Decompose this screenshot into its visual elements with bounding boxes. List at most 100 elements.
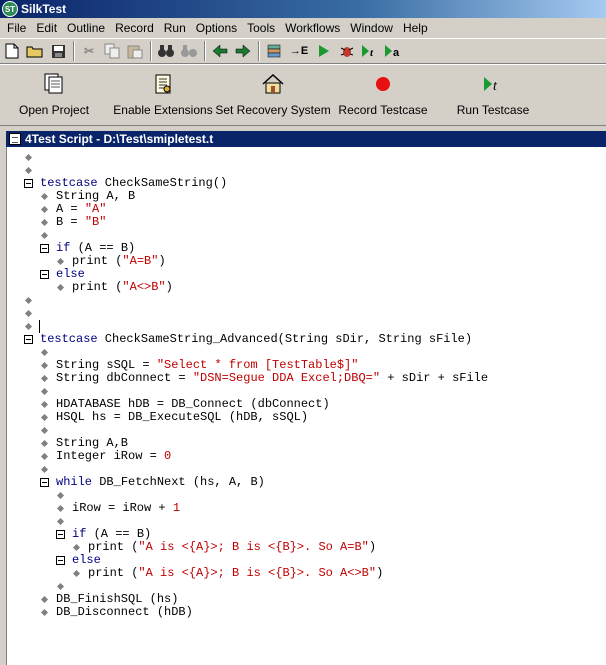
line-bullet-icon: [39, 203, 49, 216]
document-title: 4Test Script - D:\Test\smipletest.t: [25, 132, 214, 146]
menu-file[interactable]: File: [2, 19, 31, 37]
forward-arrow-icon[interactable]: [233, 41, 253, 61]
line-bullet-icon: [23, 164, 33, 177]
collapse-toggle-icon[interactable]: [39, 242, 49, 255]
line-bullet-icon: [39, 398, 49, 411]
copy-icon[interactable]: [102, 41, 122, 61]
goto-error-icon[interactable]: →E: [287, 41, 311, 61]
document-titlebar[interactable]: 4Test Script - D:\Test\smipletest.t: [6, 131, 606, 147]
keyword-token: else: [56, 267, 85, 281]
code-token: String dbConnect =: [56, 371, 193, 385]
line-bullet-icon: [23, 151, 33, 164]
collapse-toggle-icon[interactable]: [39, 476, 49, 489]
menu-options[interactable]: Options: [191, 19, 242, 37]
collapse-toggle-icon[interactable]: [23, 177, 33, 190]
keyword-token: testcase: [40, 332, 98, 346]
keyword-token: while: [56, 475, 93, 489]
menu-help[interactable]: Help: [398, 19, 433, 37]
record-icon: [370, 71, 396, 97]
code-line[interactable]: [7, 294, 606, 307]
code-line[interactable]: DB_Disconnect (hDB): [7, 606, 606, 619]
code-token: B =: [56, 215, 85, 229]
run-testcase-icon[interactable]: t: [360, 41, 380, 61]
app-titlebar[interactable]: ST SilkTest: [0, 0, 606, 18]
code-line[interactable]: iRow = iRow + 1: [7, 502, 606, 515]
replace-icon[interactable]: [179, 41, 199, 61]
line-bullet-icon: [39, 346, 49, 359]
menu-run[interactable]: Run: [159, 19, 191, 37]
run-testcase-label: Run Testcase: [456, 103, 530, 117]
code-line[interactable]: String dbConnect = "DSN=Segue DDA Excel;…: [7, 372, 606, 385]
open-folder-icon[interactable]: [25, 41, 45, 61]
app-title: SilkTest: [21, 2, 67, 16]
code-line[interactable]: HSQL hs = DB_ExecuteSQL (hDB, sSQL): [7, 411, 606, 424]
code-line[interactable]: while DB_FetchNext (hs, A, B): [7, 476, 606, 489]
code-text: print ("A<>B"): [72, 281, 173, 294]
line-bullet-icon: [55, 515, 65, 528]
string-token: "A": [84, 202, 107, 216]
run-icon[interactable]: [314, 41, 334, 61]
code-token: HDATABASE hDB = DB_Connect (dbConnect): [56, 397, 330, 411]
workflow-toolbar: Open Project Enable Extensions Set Recov…: [0, 64, 606, 126]
code-text: DB_Disconnect (hDB): [56, 606, 193, 619]
code-line[interactable]: print ("A is <{A}>; B is <{B}>. So A<>B"…: [7, 567, 606, 580]
menu-window[interactable]: Window: [345, 19, 398, 37]
save-icon[interactable]: [48, 41, 68, 61]
code-line[interactable]: B = "B": [7, 216, 606, 229]
cut-icon[interactable]: ✂: [79, 41, 99, 61]
line-bullet-icon: [23, 294, 33, 307]
collapse-toggle-icon[interactable]: [23, 333, 33, 346]
debug-icon[interactable]: [337, 41, 357, 61]
code-text: print ("A=B"): [72, 255, 166, 268]
code-token: print (: [88, 540, 139, 554]
set-recovery-system-button[interactable]: Set Recovery System: [215, 71, 331, 125]
code-text: testcase CheckSameString_Advanced(String…: [40, 333, 472, 346]
collapse-toggle-icon[interactable]: [39, 268, 49, 281]
menu-edit[interactable]: Edit: [31, 19, 62, 37]
line-bullet-icon: [23, 307, 33, 320]
code-line[interactable]: [7, 307, 606, 320]
code-token: Integer iRow =: [56, 449, 165, 463]
collapse-toggle-icon[interactable]: [55, 554, 65, 567]
run-testcase-button[interactable]: t Run Testcase: [456, 71, 530, 125]
code-token: DB_FetchNext (hs, A, B): [92, 475, 265, 489]
paste-icon[interactable]: [125, 41, 145, 61]
open-project-button[interactable]: Open Project: [19, 71, 89, 125]
code-editor[interactable]: testcase CheckSameString() String A, BA =…: [6, 147, 606, 665]
toolbar-separator: [150, 41, 152, 61]
line-bullet-icon: [39, 463, 49, 476]
script-file-icon: [9, 133, 21, 145]
collapse-toggle-icon[interactable]: [55, 528, 65, 541]
code-token: String sSQL =: [56, 358, 157, 372]
record-actions-icon[interactable]: a: [383, 41, 403, 61]
code-line[interactable]: print ("A=B"): [7, 255, 606, 268]
code-line[interactable]: testcase CheckSameString_Advanced(String…: [7, 333, 606, 346]
extensions-icon: [150, 71, 176, 97]
code-line[interactable]: Integer iRow = 0: [7, 450, 606, 463]
menu-bar: File Edit Outline Record Run Options Too…: [0, 18, 606, 38]
menu-tools[interactable]: Tools: [242, 19, 280, 37]
line-bullet-icon: [39, 216, 49, 229]
code-token: + sDir + sFile: [380, 371, 489, 385]
line-bullet-icon: [39, 190, 49, 203]
code-token: iRow = iRow +: [72, 501, 173, 515]
compile-icon[interactable]: [264, 41, 284, 61]
new-file-icon[interactable]: [2, 41, 22, 61]
string-token: "B": [84, 215, 107, 229]
line-bullet-icon: [39, 424, 49, 437]
find-icon[interactable]: [156, 41, 176, 61]
menu-workflows[interactable]: Workflows: [280, 19, 345, 37]
keyword-token: testcase: [40, 176, 98, 190]
menu-outline[interactable]: Outline: [62, 19, 110, 37]
keyword-token: if: [56, 241, 71, 255]
number-token: 1: [172, 501, 181, 515]
code-line[interactable]: print ("A<>B"): [7, 281, 606, 294]
code-text: print ("A is <{A}>; B is <{B}>. So A<>B"…: [88, 567, 383, 580]
menu-record[interactable]: Record: [110, 19, 159, 37]
record-testcase-button[interactable]: Record Testcase: [338, 71, 428, 125]
enable-extensions-button[interactable]: Enable Extensions: [113, 71, 213, 125]
toolbar-separator: [73, 41, 75, 61]
code-text: HSQL hs = DB_ExecuteSQL (hDB, sSQL): [56, 411, 308, 424]
back-arrow-icon[interactable]: [210, 41, 230, 61]
code-line[interactable]: [7, 151, 606, 164]
